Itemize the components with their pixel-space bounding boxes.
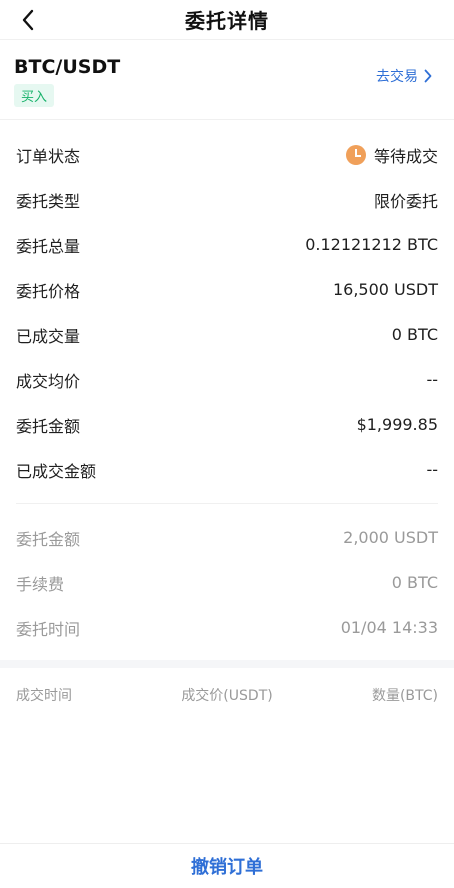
detail-row-status: 订单状态 等待成交 xyxy=(0,132,454,177)
chevron-left-icon xyxy=(22,9,34,31)
detail-label: 已成交金额 xyxy=(16,461,97,481)
section-separator xyxy=(0,660,454,668)
cancel-order-button[interactable]: 撤销订单 xyxy=(191,853,263,879)
detail-label: 委托金额 xyxy=(16,529,81,549)
detail-label: 委托价格 xyxy=(16,281,81,301)
detail-label: 委托类型 xyxy=(16,191,81,211)
page-title: 委托详情 xyxy=(185,9,269,33)
divider xyxy=(16,503,438,504)
status-value: 等待成交 xyxy=(373,146,438,166)
back-button[interactable] xyxy=(12,4,44,36)
detail-value: $1,999.85 xyxy=(356,415,438,434)
secondary-row-time: 委托时间 01/04 14:33 xyxy=(0,605,454,650)
pair-name: BTC/USDT xyxy=(14,56,121,78)
detail-label: 已成交量 xyxy=(16,326,81,346)
detail-label: 委托时间 xyxy=(16,619,81,639)
detail-value: 限价委托 xyxy=(373,191,438,211)
detail-row-filled-qty: 已成交量 0 BTC xyxy=(0,312,454,357)
detail-row-total: 委托总量 0.12121212 BTC xyxy=(0,222,454,267)
column-header-qty: 数量(BTC) xyxy=(371,688,439,704)
order-fee-details: 委托金额 2,000 USDT 手续费 0 BTC 委托时间 01/04 14:… xyxy=(0,515,454,650)
detail-value: 0 BTC xyxy=(391,573,438,592)
detail-value: 2,000 USDT xyxy=(343,528,438,547)
detail-row-avg-price: 成交均价 -- xyxy=(0,357,454,402)
column-header-time: 成交时间 xyxy=(16,688,72,704)
detail-label: 委托金额 xyxy=(16,416,81,436)
go-trade-link[interactable]: 去交易 xyxy=(376,66,432,86)
detail-row-amount: 委托金额 $1,999.85 xyxy=(0,402,454,447)
order-detail-page: 委托详情 BTC/USDT 买入 去交易 订单状态 等待成交 委托类型 限价委托… xyxy=(0,0,454,888)
bottom-action-bar: 撤销订单 xyxy=(0,843,454,888)
secondary-row-fee: 手续费 0 BTC xyxy=(0,560,454,605)
side-badge: 买入 xyxy=(14,84,55,107)
pair-section: BTC/USDT 买入 去交易 xyxy=(0,46,454,120)
clock-icon xyxy=(345,144,366,165)
secondary-row-amount: 委托金额 2,000 USDT xyxy=(0,515,454,560)
detail-row-filled-amount: 已成交金额 -- xyxy=(0,447,454,492)
detail-label: 委托总量 xyxy=(16,236,81,256)
detail-label: 手续费 xyxy=(16,574,65,594)
detail-value: 0.12121212 BTC xyxy=(305,235,438,254)
nav-header: 委托详情 xyxy=(0,0,454,40)
detail-value-wrap: 等待成交 xyxy=(345,143,438,167)
detail-value: -- xyxy=(426,370,438,389)
detail-value: 01/04 14:33 xyxy=(340,618,438,637)
detail-row-type: 委托类型 限价委托 xyxy=(0,177,454,222)
detail-value: 16,500 USDT xyxy=(332,280,438,299)
detail-value: 0 BTC xyxy=(391,325,438,344)
detail-label: 成交均价 xyxy=(16,371,81,391)
detail-row-price: 委托价格 16,500 USDT xyxy=(0,267,454,312)
chevron-right-icon xyxy=(424,69,432,83)
detail-value: -- xyxy=(426,460,438,479)
trades-table-header: 成交时间 成交价(USDT) 数量(BTC) xyxy=(0,680,454,710)
column-header-price: 成交价(USDT) xyxy=(181,688,273,704)
detail-label: 订单状态 xyxy=(16,146,81,166)
go-trade-label: 去交易 xyxy=(376,69,418,85)
order-details: 订单状态 等待成交 委托类型 限价委托 委托总量 0.12121212 BTC … xyxy=(0,132,454,492)
